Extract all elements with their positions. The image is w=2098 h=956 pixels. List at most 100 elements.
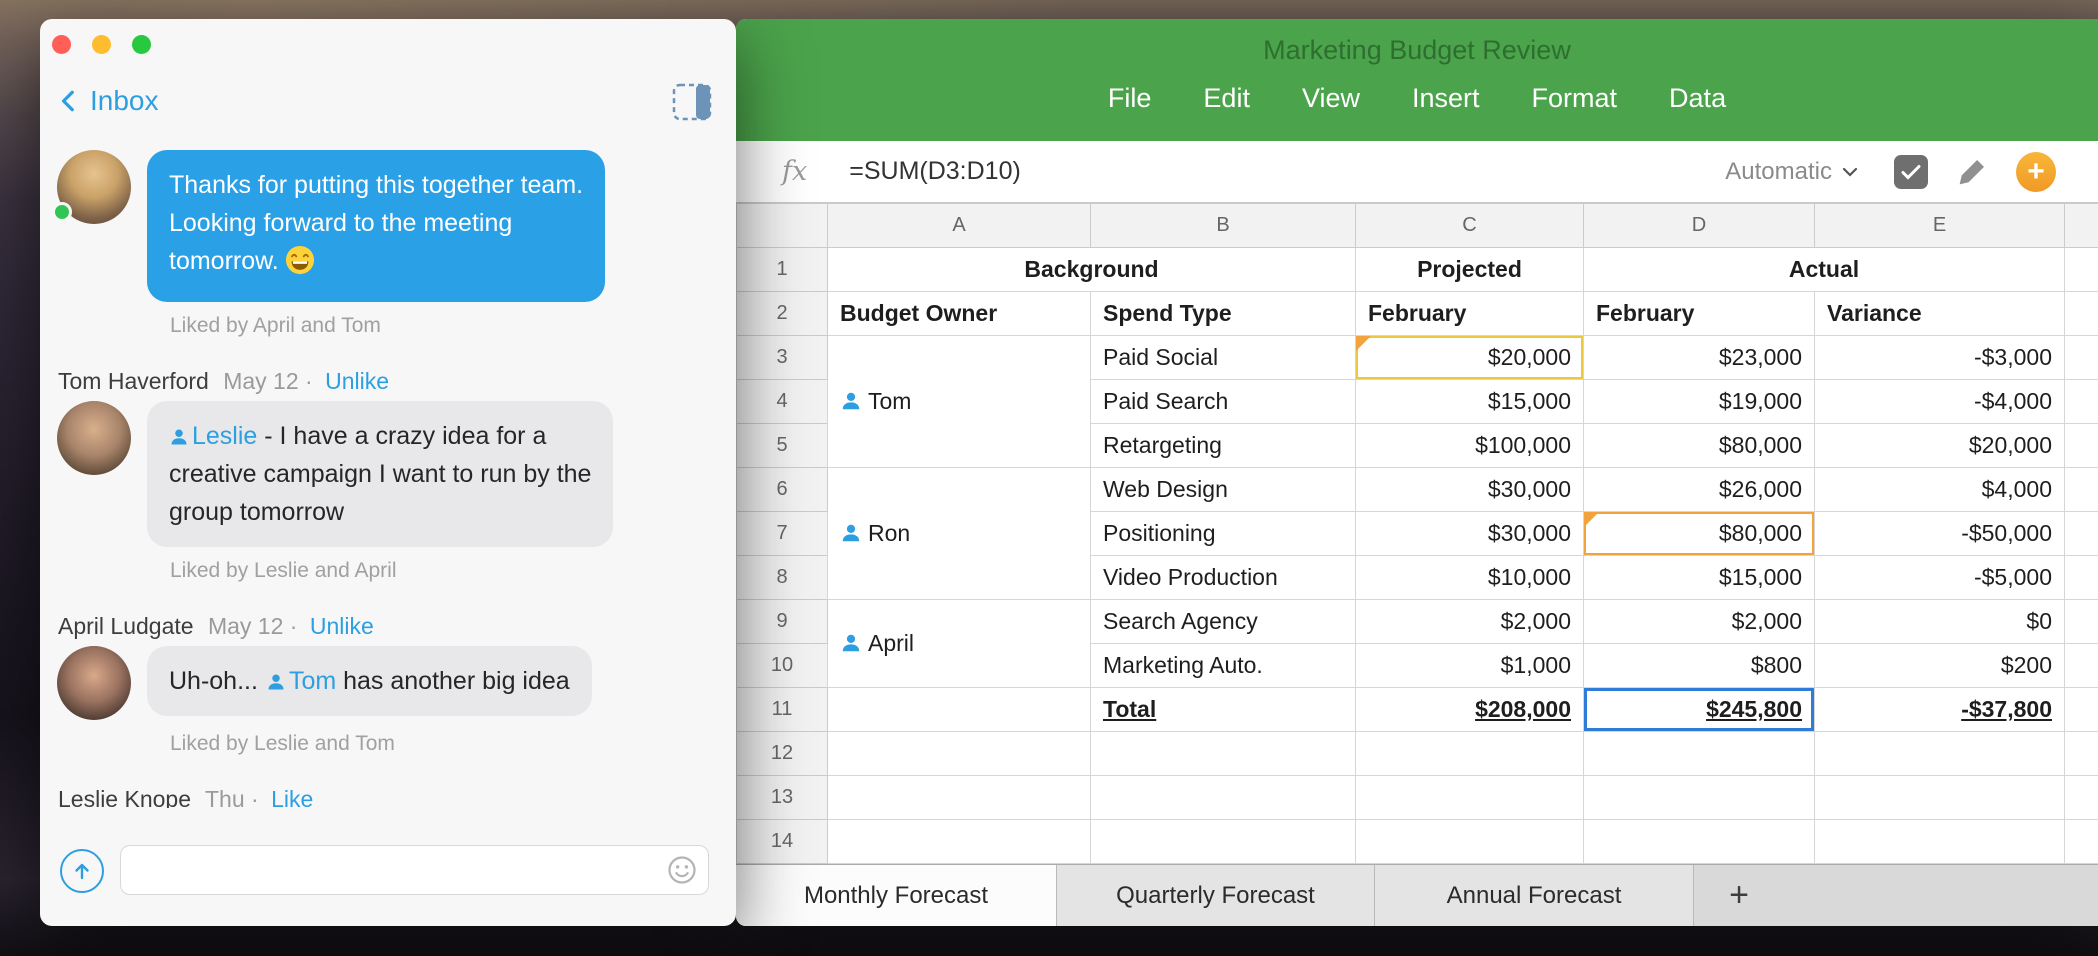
cell[interactable] bbox=[2065, 292, 2098, 336]
cell-C3-flagged[interactable]: $20,000 bbox=[1356, 336, 1584, 380]
cell[interactable]: $800 bbox=[1584, 644, 1815, 688]
cell[interactable]: $1,000 bbox=[1356, 644, 1584, 688]
tab-monthly-forecast[interactable]: Monthly Forecast bbox=[736, 865, 1057, 926]
back-to-inbox-button[interactable]: Inbox bbox=[56, 85, 159, 117]
add-sheet-button[interactable]: + bbox=[1694, 865, 1784, 926]
row-header-13[interactable]: 13 bbox=[737, 776, 828, 820]
cell[interactable] bbox=[2065, 688, 2098, 732]
menu-file[interactable]: File bbox=[1106, 77, 1154, 120]
cell[interactable] bbox=[1584, 732, 1815, 776]
pen-tool-button[interactable] bbox=[1956, 156, 1988, 188]
cell[interactable]: $30,000 bbox=[1356, 468, 1584, 512]
cell[interactable] bbox=[2065, 732, 2098, 776]
message-input[interactable] bbox=[120, 845, 709, 895]
add-button[interactable]: + bbox=[2016, 152, 2056, 192]
unlike-link[interactable]: Unlike bbox=[325, 368, 389, 394]
cell[interactable]: Positioning bbox=[1091, 512, 1356, 556]
menu-insert[interactable]: Insert bbox=[1410, 77, 1482, 120]
cell[interactable]: $15,000 bbox=[1584, 556, 1815, 600]
cell[interactable] bbox=[1815, 732, 2065, 776]
cell[interactable]: $26,000 bbox=[1584, 468, 1815, 512]
row-header-1[interactable]: 1 bbox=[737, 248, 828, 292]
cell[interactable] bbox=[2065, 468, 2098, 512]
row-header-6[interactable]: 6 bbox=[737, 468, 828, 512]
select-all-corner[interactable] bbox=[737, 204, 828, 248]
menu-format[interactable]: Format bbox=[1530, 77, 1620, 120]
zoom-button[interactable] bbox=[132, 35, 151, 54]
cell[interactable] bbox=[828, 776, 1091, 820]
close-button[interactable] bbox=[52, 35, 71, 54]
col-header-B[interactable]: B bbox=[1091, 204, 1356, 248]
cell[interactable]: -$3,000 bbox=[1815, 336, 2065, 380]
cell[interactable]: $10,000 bbox=[1356, 556, 1584, 600]
cell[interactable]: Search Agency bbox=[1091, 600, 1356, 644]
col-header-C[interactable]: C bbox=[1356, 204, 1584, 248]
row-header-14[interactable]: 14 bbox=[737, 820, 828, 864]
cell[interactable]: $23,000 bbox=[1584, 336, 1815, 380]
like-link[interactable]: Like bbox=[271, 786, 313, 808]
cell[interactable]: Paid Social bbox=[1091, 336, 1356, 380]
row-header-9[interactable]: 9 bbox=[737, 600, 828, 644]
row-header-7[interactable]: 7 bbox=[737, 512, 828, 556]
owner-cell-ron[interactable]: Ron bbox=[828, 468, 1091, 600]
cell[interactable]: Retargeting bbox=[1091, 424, 1356, 468]
minimize-button[interactable] bbox=[92, 35, 111, 54]
formula-input[interactable]: =SUM(D3:D10) bbox=[849, 157, 1725, 186]
row-header-3[interactable]: 3 bbox=[737, 336, 828, 380]
hide-panel-button[interactable] bbox=[672, 83, 712, 126]
cell-spend-type[interactable]: Spend Type bbox=[1091, 292, 1356, 336]
cell-total-projected[interactable]: $208,000 bbox=[1356, 688, 1584, 732]
cell[interactable] bbox=[2065, 820, 2098, 864]
row-header-12[interactable]: 12 bbox=[737, 732, 828, 776]
col-header-partial[interactable] bbox=[2065, 204, 2098, 248]
mention-leslie[interactable]: Leslie bbox=[169, 422, 257, 450]
cell[interactable] bbox=[1815, 776, 2065, 820]
row-header-10[interactable]: 10 bbox=[737, 644, 828, 688]
cell[interactable]: Marketing Auto. bbox=[1091, 644, 1356, 688]
cell-D11-selected[interactable]: $245,800 bbox=[1584, 688, 1815, 732]
cell-variance[interactable]: Variance bbox=[1815, 292, 2065, 336]
cell[interactable]: -$4,000 bbox=[1815, 380, 2065, 424]
col-header-A[interactable]: A bbox=[828, 204, 1091, 248]
col-header-D[interactable]: D bbox=[1584, 204, 1815, 248]
cell-total-variance[interactable]: -$37,800 bbox=[1815, 688, 2065, 732]
tab-quarterly-forecast[interactable]: Quarterly Forecast bbox=[1057, 865, 1375, 926]
cell-background-header[interactable]: Background bbox=[828, 248, 1356, 292]
owner-cell-april[interactable]: April bbox=[828, 600, 1091, 688]
cell[interactable] bbox=[1091, 820, 1356, 864]
emoji-picker-button[interactable] bbox=[667, 855, 697, 890]
menu-data[interactable]: Data bbox=[1667, 77, 1728, 120]
mention-tom[interactable]: Tom bbox=[266, 667, 336, 695]
cell[interactable]: $200 bbox=[1815, 644, 2065, 688]
cell[interactable]: -$5,000 bbox=[1815, 556, 2065, 600]
cell[interactable] bbox=[2065, 644, 2098, 688]
row-header-4[interactable]: 4 bbox=[737, 380, 828, 424]
cell[interactable] bbox=[2065, 424, 2098, 468]
cell[interactable] bbox=[1815, 820, 2065, 864]
cell[interactable] bbox=[1584, 776, 1815, 820]
cell[interactable] bbox=[2065, 776, 2098, 820]
cell[interactable]: $19,000 bbox=[1584, 380, 1815, 424]
cell[interactable] bbox=[2065, 248, 2098, 292]
col-header-E[interactable]: E bbox=[1815, 204, 2065, 248]
cell[interactable] bbox=[828, 820, 1091, 864]
cell-projected-header[interactable]: Projected bbox=[1356, 248, 1584, 292]
cell[interactable]: $0 bbox=[1815, 600, 2065, 644]
menu-view[interactable]: View bbox=[1300, 77, 1362, 120]
cell[interactable] bbox=[1356, 820, 1584, 864]
avatar-leslie[interactable] bbox=[57, 150, 131, 224]
cell[interactable]: -$50,000 bbox=[1815, 512, 2065, 556]
cell[interactable] bbox=[2065, 600, 2098, 644]
row-header-5[interactable]: 5 bbox=[737, 424, 828, 468]
cell[interactable]: $30,000 bbox=[1356, 512, 1584, 556]
cell[interactable] bbox=[828, 688, 1091, 732]
cell[interactable] bbox=[828, 732, 1091, 776]
cell-total-label[interactable]: Total bbox=[1091, 688, 1356, 732]
owner-cell-tom[interactable]: Tom bbox=[828, 336, 1091, 468]
cell[interactable] bbox=[1091, 732, 1356, 776]
avatar-tom[interactable] bbox=[57, 401, 131, 475]
cell[interactable]: $4,000 bbox=[1815, 468, 2065, 512]
cell[interactable] bbox=[2065, 512, 2098, 556]
row-header-8[interactable]: 8 bbox=[737, 556, 828, 600]
cell[interactable]: $2,000 bbox=[1356, 600, 1584, 644]
